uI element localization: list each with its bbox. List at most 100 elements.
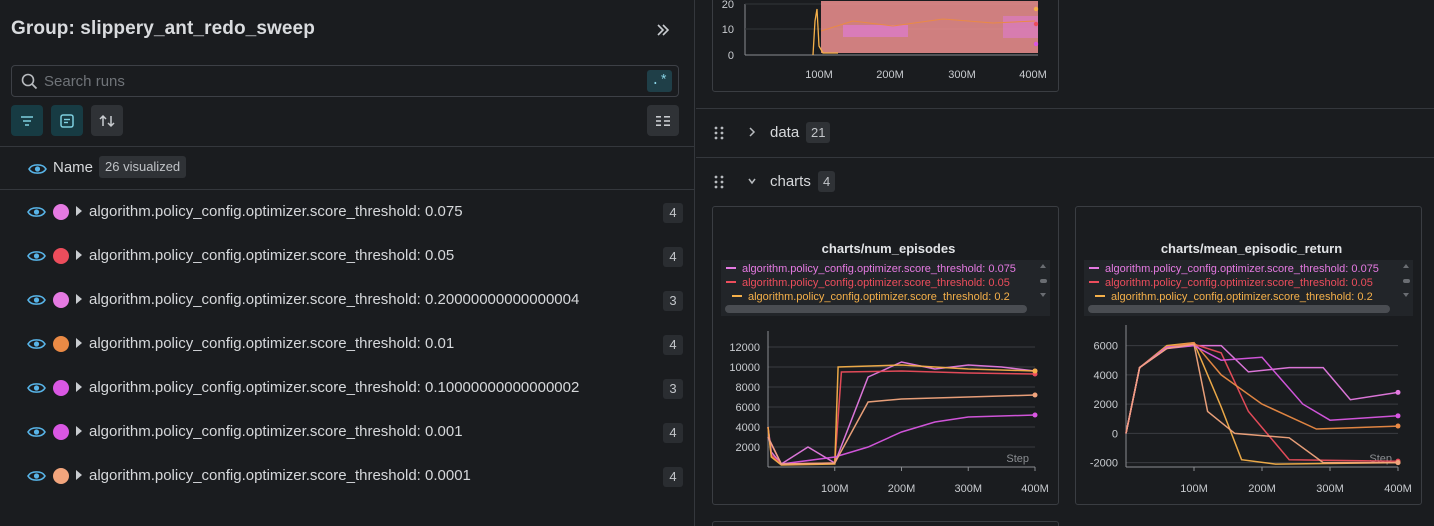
run-color-swatch[interactable] (53, 204, 69, 220)
collapse-sidebar-button[interactable] (650, 18, 676, 42)
run-name[interactable]: algorithm.policy_config.optimizer.score_… (89, 467, 471, 484)
table-columns-icon (656, 115, 670, 126)
run-row[interactable]: algorithm.policy_config.optimizer.score_… (0, 323, 695, 367)
section-data[interactable]: data 21 (696, 109, 1434, 157)
eye-icon[interactable] (27, 425, 46, 439)
series-line (1125, 343, 1399, 462)
run-color-swatch[interactable] (53, 336, 69, 352)
run-color-swatch[interactable] (53, 292, 69, 308)
series-line (1125, 344, 1399, 434)
mean-episodic-return-chart: charts/mean_episodic_return algorithm.pol… (1084, 241, 1413, 495)
chart-panel-num-episodes[interactable]: charts/num_episodes algorithm.policy_conf… (712, 206, 1059, 505)
y-tick: 0 (728, 50, 734, 62)
run-name[interactable]: algorithm.policy_config.optimizer.score_… (89, 291, 579, 308)
series-endpoint (1032, 392, 1038, 398)
eye-icon[interactable] (27, 337, 46, 351)
chart-panel-mean-episodic-return[interactable]: charts/mean_episodic_return algorithm.pol… (1075, 206, 1422, 505)
y-tick: 12000 (729, 342, 760, 354)
chevron-down-icon[interactable] (747, 174, 757, 188)
run-color-swatch[interactable] (53, 468, 69, 484)
eye-icon[interactable] (28, 162, 47, 176)
sort-arrows-icon (99, 114, 115, 127)
chevron-right-icon[interactable] (747, 125, 757, 139)
legend-entry: algorithm.policy_config.optimizer.score_… (1111, 291, 1373, 303)
expand-caret-icon[interactable] (76, 338, 82, 348)
drag-handle-icon[interactable] (714, 126, 724, 140)
run-row[interactable]: algorithm.policy_config.optimizer.score_… (0, 367, 695, 411)
legend-entry: algorithm.policy_config.optimizer.score_… (1105, 277, 1373, 289)
series-endpoint (1395, 423, 1401, 429)
drag-handle-icon[interactable] (714, 175, 724, 189)
run-row[interactable]: algorithm.policy_config.optimizer.score_… (0, 455, 695, 499)
expand-caret-icon[interactable] (76, 294, 82, 304)
series-line (767, 364, 1036, 466)
run-name[interactable]: algorithm.policy_config.optimizer.score_… (89, 247, 454, 264)
step-label: Step (1006, 453, 1029, 465)
x-tick: 400M (1384, 483, 1412, 495)
x-tick: 200M (1248, 483, 1276, 495)
run-color-swatch[interactable] (53, 424, 69, 440)
series-endpoint (1032, 412, 1038, 418)
expand-caret-icon[interactable] (76, 250, 82, 260)
section-charts[interactable]: charts 4 (696, 158, 1434, 206)
search-input[interactable] (44, 69, 624, 93)
run-count-badge: 4 (663, 335, 683, 355)
y-tick: -2000 (1090, 458, 1118, 470)
run-row[interactable]: algorithm.policy_config.optimizer.score_… (0, 279, 695, 323)
eye-icon[interactable] (27, 381, 46, 395)
expand-caret-icon[interactable] (76, 382, 82, 392)
legend-scrollbar (725, 305, 1027, 313)
run-name[interactable]: algorithm.policy_config.optimizer.score_… (89, 379, 579, 396)
x-tick: 200M (876, 69, 904, 81)
legend-entry: algorithm.policy_config.optimizer.score_… (742, 277, 1010, 289)
eye-icon[interactable] (27, 205, 46, 219)
filter-button[interactable] (11, 105, 43, 136)
expand-caret-icon[interactable] (76, 470, 82, 480)
y-tick: 4000 (736, 422, 760, 434)
series-line (767, 361, 1036, 465)
y-tick: 6000 (736, 402, 760, 414)
section-title: charts (770, 173, 811, 190)
group-button[interactable] (51, 105, 83, 136)
eye-icon[interactable] (27, 469, 46, 483)
run-row[interactable]: algorithm.policy_config.optimizer.score_… (0, 191, 695, 235)
sort-button[interactable] (91, 105, 123, 136)
x-tick: 200M (888, 483, 916, 495)
top-chart-band (843, 25, 908, 37)
run-name[interactable]: algorithm.policy_config.optimizer.score_… (89, 203, 463, 220)
eye-icon[interactable] (27, 249, 46, 263)
run-row[interactable]: algorithm.policy_config.optimizer.score_… (0, 235, 695, 279)
y-tick: 2000 (736, 442, 760, 454)
run-count-badge: 4 (663, 467, 683, 487)
y-tick: 20 (722, 0, 734, 11)
x-tick: 100M (1180, 483, 1208, 495)
x-tick: 300M (954, 483, 982, 495)
expand-caret-icon[interactable] (76, 206, 82, 216)
run-count-badge: 3 (663, 291, 683, 311)
run-color-swatch[interactable] (53, 380, 69, 396)
series-endpoint (1395, 460, 1401, 466)
run-name[interactable]: algorithm.policy_config.optimizer.score_… (89, 335, 454, 352)
eye-icon[interactable] (27, 293, 46, 307)
x-tick: 100M (805, 69, 833, 81)
x-tick: 400M (1019, 69, 1047, 81)
run-color-swatch[interactable] (53, 248, 69, 264)
run-count-badge: 3 (663, 379, 683, 399)
y-tick: 4000 (1094, 370, 1118, 382)
divider (0, 189, 695, 190)
chart-panel-next[interactable] (712, 521, 1059, 526)
x-tick: 300M (1316, 483, 1344, 495)
series-endpoint (1033, 21, 1039, 27)
columns-button[interactable] (647, 105, 679, 136)
section-count-badge: 21 (806, 122, 831, 143)
name-column-header[interactable]: Name (53, 159, 93, 176)
regex-toggle[interactable]: .* (647, 70, 672, 92)
run-row[interactable]: algorithm.policy_config.optimizer.score_… (0, 411, 695, 455)
expand-caret-icon[interactable] (76, 426, 82, 436)
chart-panel-top[interactable]: 20 10 0 100M 200M 300M 400M (712, 0, 1059, 92)
run-name[interactable]: algorithm.policy_config.optimizer.score_… (89, 423, 463, 440)
y-tick: 10 (722, 24, 734, 36)
legend-entry: algorithm.policy_config.optimizer.score_… (1105, 263, 1379, 275)
series-line (767, 414, 1036, 465)
chart-title: charts/num_episodes (822, 241, 956, 256)
